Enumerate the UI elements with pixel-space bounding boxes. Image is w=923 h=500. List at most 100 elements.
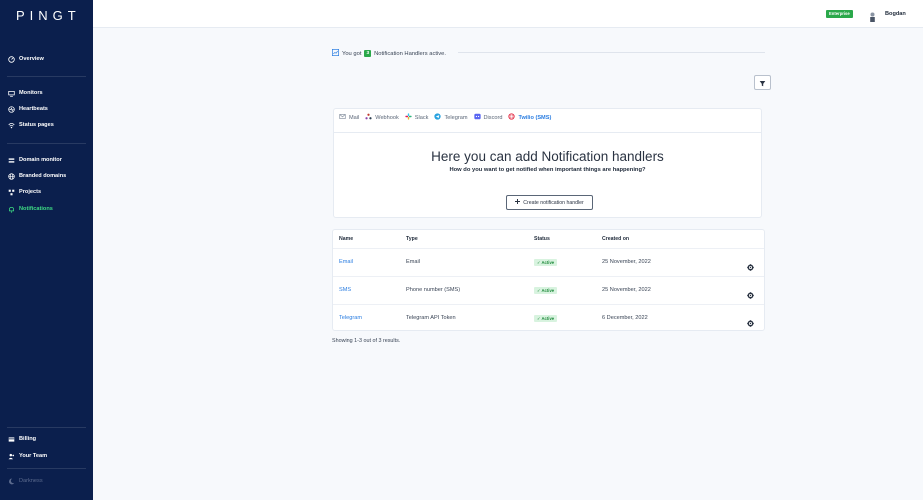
bell-icon (8, 206, 15, 213)
card-title: Here you can add Notification handlers (431, 149, 664, 164)
results-count: Showing 1-3 out of 3 results. (332, 338, 401, 344)
create-notification-handler-button[interactable]: Create notification handler (506, 195, 593, 210)
column-header-created[interactable]: Created on (602, 236, 629, 242)
add-handler-card: Mail Webhook Slack Telegram Discord Twil… (333, 108, 762, 218)
sidebar-divider (7, 76, 86, 77)
avatar[interactable] (869, 9, 876, 22)
telegram-icon (434, 113, 442, 122)
sidebar-item-darkness[interactable]: Darkness (8, 475, 43, 487)
sidebar-item-label: Overview (19, 56, 44, 62)
sidebar-item-label: Darkness (19, 478, 43, 484)
sidebar: PINGT Overview Monitors Heartbeats Statu… (0, 0, 93, 500)
summary-suffix: Notification Handlers active. (374, 50, 446, 57)
top-bar: Enterprise Bogdan (93, 0, 923, 28)
handler-type: Telegram API Token (406, 315, 456, 321)
column-header-name[interactable]: Name (339, 236, 353, 242)
plan-badge: Enterprise (826, 10, 853, 18)
handlers-table: Name Type Status Created on Email Email … (332, 229, 765, 331)
sidebar-item-heartbeats[interactable]: Heartbeats (8, 103, 48, 115)
card-subtitle: How do you want to get notified when imp… (449, 167, 646, 173)
webhook-icon (365, 113, 372, 122)
sidebar-item-label: Notifications (19, 206, 53, 212)
sidebar-item-overview[interactable]: Overview (8, 53, 44, 65)
tab-label: Discord (483, 114, 503, 121)
sidebar-divider (7, 143, 86, 144)
sidebar-item-projects[interactable]: Projects (8, 186, 41, 198)
sidebar-item-label: Heartbeats (19, 106, 48, 112)
tab-slack[interactable]: Slack (405, 113, 429, 122)
tab-discord[interactable]: Discord (473, 113, 503, 122)
sidebar-item-domain-monitor[interactable]: Domain monitor (8, 154, 62, 166)
app-logo[interactable]: PINGT (16, 8, 81, 23)
sidebar-item-notifications[interactable]: Notifications (8, 203, 53, 215)
heartbeat-icon (8, 105, 15, 113)
sidebar-item-monitors[interactable]: Monitors (8, 87, 43, 99)
status-badge: ✓ Active (534, 315, 558, 322)
summary-divider (458, 52, 765, 53)
handler-count-badge: 3 (364, 50, 372, 57)
gear-icon[interactable] (747, 258, 754, 271)
tab-label: Slack (414, 114, 429, 121)
created-date: 25 November, 2022 (602, 259, 651, 265)
gauge-icon (8, 55, 15, 63)
team-icon (8, 453, 15, 460)
sidebar-item-label: Projects (19, 189, 42, 195)
table-row: SMS Phone number (SMS) ✓ Active 25 Novem… (333, 276, 764, 304)
status-badge: ✓ Active (534, 259, 558, 266)
projects-icon (8, 189, 15, 196)
handler-name-link[interactable]: Email (339, 259, 353, 265)
tab-label: Mail (349, 114, 360, 121)
table-row: Telegram Telegram API Token ✓ Active 6 D… (333, 304, 764, 332)
status-label: Active (541, 316, 555, 321)
sidebar-item-label: Your Team (19, 453, 48, 459)
sidebar-item-label: Billing (19, 436, 37, 442)
handler-name-link[interactable]: SMS (339, 287, 351, 293)
tab-label: Twilio (SMS) (518, 114, 552, 121)
gear-icon[interactable] (747, 286, 754, 299)
sidebar-item-label: Status pages (19, 122, 54, 128)
created-date: 25 November, 2022 (602, 287, 651, 293)
tab-twilio-sms[interactable]: Twilio (SMS) (508, 113, 551, 122)
tab-mail[interactable]: Mail (339, 113, 359, 122)
domain-icon (8, 157, 15, 164)
sidebar-item-your-team[interactable]: Your Team (8, 450, 47, 462)
handler-type: Phone number (SMS) (406, 287, 461, 293)
moon-icon (8, 478, 15, 485)
monitor-icon (8, 90, 15, 97)
gear-icon[interactable] (747, 314, 754, 327)
status-label: Active (541, 288, 555, 293)
create-button-label: Create notification handler (523, 199, 584, 206)
handler-name-link[interactable]: Telegram (339, 315, 362, 321)
summary-prefix: You got (342, 50, 362, 57)
sidebar-divider (7, 468, 86, 469)
sidebar-item-billing[interactable]: Billing (8, 433, 36, 445)
tab-label: Telegram (444, 114, 468, 121)
card-icon (8, 436, 15, 443)
discord-icon (473, 113, 481, 122)
status-badge: ✓ Active (534, 287, 558, 294)
column-header-type[interactable]: Type (406, 236, 418, 242)
sidebar-item-label: Branded domains (19, 173, 67, 179)
tab-telegram[interactable]: Telegram (434, 113, 468, 122)
mail-icon (339, 113, 346, 122)
sidebar-divider (7, 427, 86, 428)
column-header-status[interactable]: Status (534, 236, 550, 242)
status-label: Active (541, 260, 555, 265)
handlers-summary: You got 3 Notification Handlers active. (332, 49, 446, 58)
tab-webhook[interactable]: Webhook (365, 113, 399, 122)
filter-icon (759, 74, 766, 92)
slack-icon (405, 113, 412, 122)
user-name[interactable]: Bogdan (885, 11, 906, 17)
plus-icon (515, 199, 521, 206)
sidebar-item-status-pages[interactable]: Status pages (8, 119, 54, 131)
wifi-icon (8, 122, 15, 129)
sidebar-item-branded-domains[interactable]: Branded domains (8, 170, 66, 182)
filter-button[interactable] (754, 75, 771, 90)
sidebar-item-label: Monitors (19, 90, 43, 96)
table-row: Email Email ✓ Active 25 November, 2022 (333, 248, 764, 276)
handler-type: Email (406, 259, 420, 265)
chart-icon (332, 49, 339, 58)
created-date: 6 December, 2022 (602, 315, 648, 321)
twilio-icon (508, 113, 516, 122)
tab-label: Webhook (375, 114, 399, 121)
